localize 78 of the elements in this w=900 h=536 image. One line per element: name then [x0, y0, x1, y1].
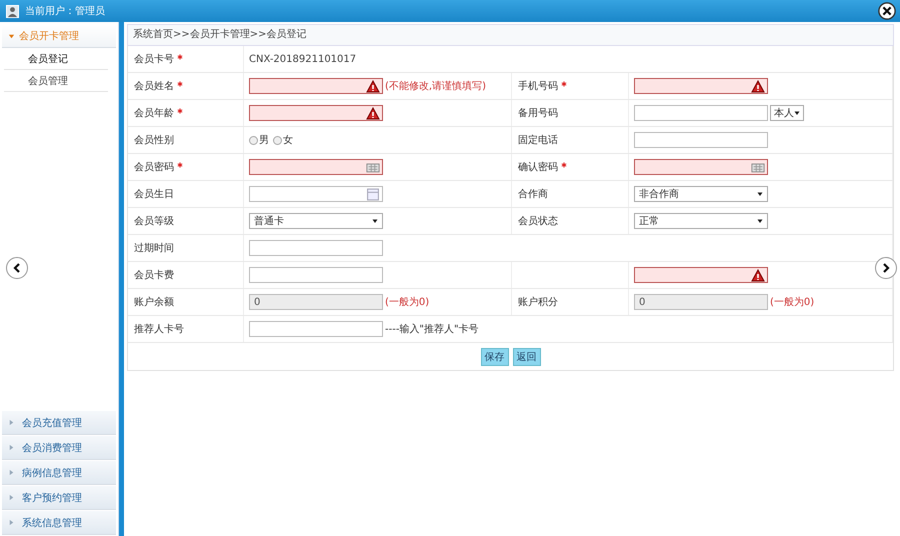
required-asterisk-icon: [561, 81, 567, 87]
keyboard-icon[interactable]: [366, 160, 380, 174]
warning-icon: [366, 80, 380, 92]
user-icon: [6, 4, 19, 18]
input-field[interactable]: [634, 267, 768, 283]
input-field[interactable]: [249, 321, 383, 337]
field-label: 会员卡号: [134, 52, 174, 66]
field-label: 固定电话: [518, 134, 558, 147]
sidebar-section-header[interactable]: 会员消费管理: [2, 436, 116, 460]
sidebar-section-header[interactable]: 会员充值管理: [2, 411, 116, 435]
caret-icon: [8, 419, 15, 426]
field-label: 会员姓名: [134, 80, 174, 93]
keyboard-icon[interactable]: [751, 160, 765, 174]
form-button[interactable]: 保存: [480, 348, 508, 366]
warning-icon: [751, 268, 765, 282]
form-button[interactable]: 返回: [512, 348, 540, 366]
caret-icon: [8, 469, 15, 476]
field-label: 过期时间: [134, 242, 174, 255]
caret-icon: [757, 191, 763, 197]
chevron-left-icon: [11, 262, 23, 274]
field-note: ----输入"推荐人"卡号: [385, 322, 479, 336]
input-field[interactable]: [249, 105, 383, 121]
warning-icon: [366, 106, 380, 120]
sidebar-section-header[interactable]: 病例信息管理: [2, 461, 116, 485]
field-label: 会员生日: [134, 188, 174, 201]
input-field[interactable]: [634, 105, 768, 121]
sidebar-section-header[interactable]: 系统信息管理: [2, 511, 116, 535]
field-label: 推荐人卡号: [134, 322, 184, 336]
field-note: (一般为0): [385, 296, 430, 309]
radio-option[interactable]: 男: [249, 133, 269, 147]
input-field[interactable]: [634, 159, 768, 175]
input-field[interactable]: [249, 159, 383, 175]
input-field[interactable]: [249, 186, 383, 202]
warning-icon: [751, 80, 765, 92]
field-label: 合作商: [518, 188, 548, 201]
select-dropdown[interactable]: 普通卡: [249, 213, 383, 229]
required-asterisk-icon: [177, 81, 183, 87]
input-field[interactable]: [249, 240, 383, 256]
caret-icon: [794, 110, 800, 116]
caret-icon: [8, 519, 15, 526]
select-dropdown[interactable]: 正常: [634, 213, 768, 229]
caret-icon: [8, 444, 15, 451]
input-field[interactable]: [634, 132, 768, 148]
caret-icon: [8, 32, 15, 40]
breadcrumb: 系统首页>>会员开卡管理>>会员登记: [127, 24, 894, 46]
required-asterisk-icon: [177, 162, 183, 168]
caret-icon: [8, 494, 15, 501]
caret-icon: [372, 218, 378, 224]
required-asterisk-icon: [561, 162, 567, 168]
calendar-icon[interactable]: [366, 188, 380, 200]
current-user-label: 当前用户：管理员: [25, 4, 105, 18]
field-label: 会员年龄: [134, 106, 174, 120]
field-label: 账户积分: [518, 296, 558, 309]
field-label: 会员密码: [134, 160, 174, 174]
next-button[interactable]: [875, 257, 897, 279]
field-note: (一般为0): [770, 296, 814, 309]
radio-option[interactable]: 女: [273, 133, 293, 147]
select-dropdown[interactable]: 本人: [770, 105, 804, 121]
input-field[interactable]: [249, 267, 383, 283]
field-label: 账户余额: [134, 296, 174, 309]
chevron-right-icon: [880, 262, 892, 274]
field-label: 会员等级: [134, 215, 174, 228]
field-label: 会员卡费: [134, 268, 174, 282]
select-dropdown[interactable]: 非合作商: [634, 186, 768, 202]
input-field[interactable]: [634, 78, 768, 94]
field-label: 会员性别: [134, 134, 174, 147]
required-asterisk-icon: [177, 108, 183, 114]
required-asterisk-icon: [177, 54, 183, 60]
field-label: 手机号码: [518, 80, 558, 93]
field-note: (不能修改,请谨慎填写): [385, 80, 486, 93]
field-label: 确认密码: [518, 160, 558, 174]
input-field[interactable]: [249, 78, 383, 94]
field-label: 会员状态: [518, 214, 558, 228]
field-label: 备用号码: [518, 107, 558, 120]
close-button[interactable]: [878, 2, 896, 20]
caret-icon: [757, 218, 763, 224]
sidebar-section-header[interactable]: 客户预约管理: [2, 486, 116, 510]
card-number: CNX-2018921101017: [249, 54, 356, 64]
